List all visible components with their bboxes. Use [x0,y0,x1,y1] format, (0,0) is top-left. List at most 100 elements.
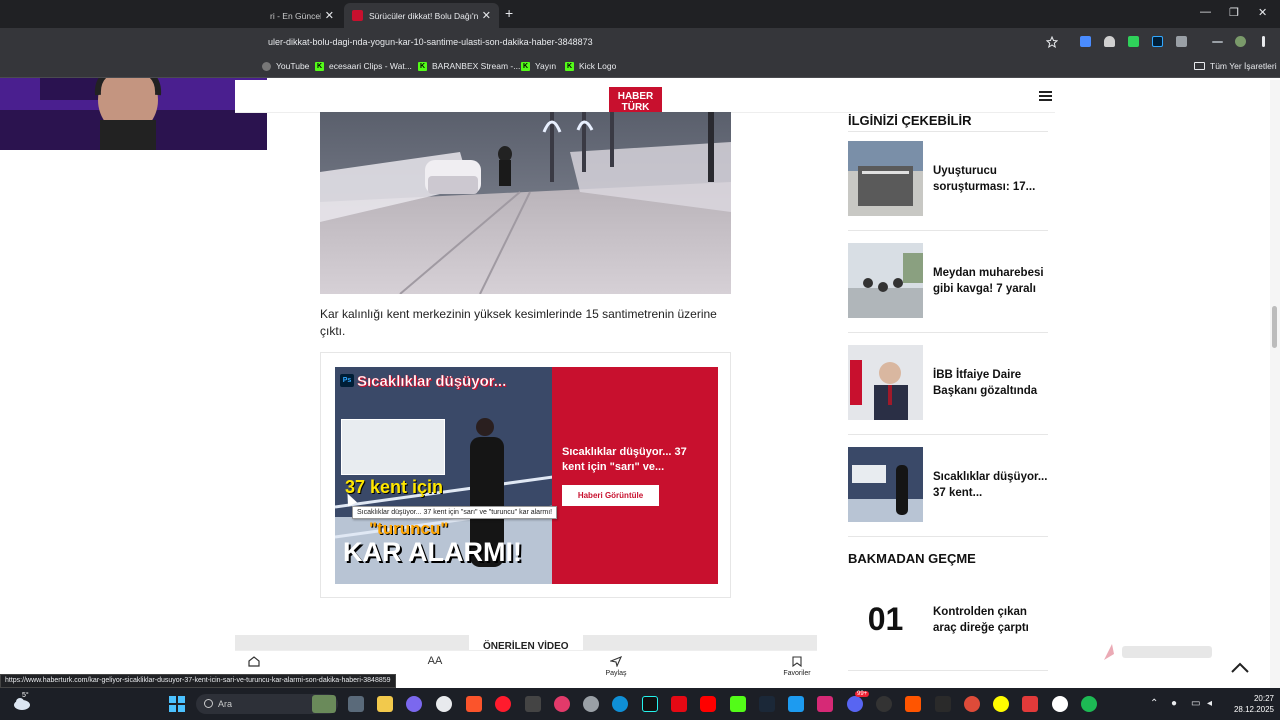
sidebar-item[interactable]: İBB İtfaiye Daire Başkanı gözaltında [848,345,1048,421]
netflix-icon[interactable] [671,696,687,712]
epic-games-icon[interactable] [935,696,951,712]
sidebar-heading-related: İLGİNİZİ ÇEKEBİLİR [848,113,972,128]
file-explorer-icon[interactable] [377,696,393,712]
photoshop-badge-icon: Ps [340,374,354,387]
folder-icon [1194,62,1205,70]
microphone-icon[interactable]: ● [1171,698,1177,709]
sidebar-item-title: Sıcaklıklar düşüyor... 37 kent... [933,471,1048,499]
network-icon[interactable]: ▭ [1191,698,1200,709]
task-view-icon[interactable] [348,696,364,712]
close-window-button[interactable]: ✕ [1258,6,1267,19]
font-size-icon: AA [427,655,443,667]
tab-previous[interactable]: ri - En Güncel ✕ [262,3,342,28]
sidebar-heading-dont-miss: BAKMADAN GEÇME [848,551,976,566]
bookmark-kick-logo[interactable]: K Kick Logo [565,61,616,71]
edge-icon[interactable] [612,696,628,712]
promo-image-line1: 37 kent için [345,477,444,497]
address-bar[interactable]: uler-dikkat-bolu-dagi-nda-yogun-kar-10-s… [268,37,593,47]
sidebar-item-title: Uyuşturucu soruşturması: 17... [933,165,1036,193]
spotify-icon[interactable] [1081,696,1097,712]
favorites-button[interactable]: Favoriler [780,656,814,677]
star-bookmark-icon[interactable] [1046,36,1058,48]
bookmark-baranbex[interactable]: K BARANBEX Stream -... [418,61,520,71]
home-button[interactable] [247,656,261,670]
taskbar-clock[interactable]: 20:27 28.12.2025 [1226,693,1274,715]
opera-icon[interactable] [495,696,511,712]
kick-icon: K [315,61,324,71]
scrollbar-thumb[interactable] [1272,306,1277,348]
divider [848,670,1048,671]
promo-image-line2: "turuncu" [369,519,449,538]
windows-start-icon[interactable] [169,696,185,712]
back-to-top-icon[interactable] [1230,660,1250,674]
shield-extension-icon[interactable] [1104,36,1115,47]
taskbar-app-icon[interactable] [525,696,541,712]
view-news-button[interactable]: Haberi Görüntüle [562,485,659,506]
extension-icon[interactable] [1080,36,1091,47]
sidebar-thumbnail [848,447,923,522]
bookmark-youtube[interactable]: YouTube [262,61,309,71]
reading-list-icon[interactable] [1212,41,1223,43]
steam-icon[interactable] [759,696,775,712]
chrome-icon[interactable] [964,696,980,712]
tab-label: ri - En Güncel [270,10,321,21]
puzzle-extensions-icon[interactable] [1176,36,1187,47]
font-size-button[interactable]: AA [425,656,445,670]
snapchat-icon[interactable] [993,696,1009,712]
sidebar-item[interactable]: Uyuşturucu soruşturması: 17... [848,141,1048,217]
tab-current[interactable]: Sürücüler dikkat! Bolu Dağı'nda ✕ [344,3,499,28]
sidebar-thumbnail [848,243,923,318]
favorites-label: Favoriler [783,670,811,677]
chatgpt-icon[interactable] [436,696,452,712]
restore-button[interactable]: ❐ [1229,6,1239,19]
brave-icon[interactable] [466,696,482,712]
bookmark-clips[interactable]: Kecesaari Clips - Wat... [315,61,412,71]
yandex-icon[interactable] [1052,696,1068,712]
sidebar-item[interactable]: Sıcaklıklar düşüyor... 37 kent... [848,447,1048,523]
menu-icon[interactable] [1039,91,1052,101]
twitter-icon[interactable] [788,696,804,712]
close-icon[interactable]: ✕ [325,9,334,22]
speedometer-icon[interactable] [876,696,892,712]
promo-image-title: Sıcaklıklar düşüyor... [357,373,507,390]
security-app-icon[interactable] [1022,696,1038,712]
related-news-title[interactable]: Sıcaklıklar düşüyor... 37 kent için "sar… [562,445,702,475]
tiktok-icon[interactable] [642,696,658,712]
youtube-app-icon[interactable] [700,696,716,712]
menu-kebab-icon[interactable] [1262,36,1265,47]
instagram-icon[interactable] [817,696,833,712]
divider [848,536,1048,537]
page-scrollbar[interactable] [1270,80,1280,690]
discord-icon[interactable] [847,696,863,712]
divider [848,131,1048,132]
new-tab-button[interactable]: + [505,5,513,21]
soundcloud-icon[interactable] [905,696,921,712]
photoshop-extension-icon[interactable] [1152,36,1163,47]
related-news-card[interactable]: Ps Sıcaklıklar düşüyor... 37 kent için "… [320,352,731,598]
kick-icon: K [565,61,574,71]
battery-extension-icon[interactable] [1128,36,1139,47]
bookmark-yayin[interactable]: K Yayın [521,61,556,71]
copilot-icon[interactable] [406,696,422,712]
media-player-icon[interactable] [554,696,570,712]
close-icon[interactable]: ✕ [482,9,491,22]
chrome-alt-icon[interactable] [583,696,599,712]
minimize-button[interactable]: — [1200,6,1211,18]
bookmark-all-folder[interactable]: Tüm Yer İşaretleri [1194,61,1277,71]
share-button[interactable]: Paylaş [601,656,631,677]
ranked-news-title[interactable]: Kontrolden çıkan araç direğe çarptı [933,604,1049,636]
sidebar-item-title: Meydan muharebesi gibi kavga! 7 yaralı [933,267,1044,295]
show-hidden-icons-icon[interactable]: ⌃ [1150,698,1158,709]
sidebar-item[interactable]: Meydan muharebesi gibi kavga! 7 yaralı [848,243,1048,319]
bookmark-icon [792,656,802,667]
link-status-url: https://www.haberturk.com/kar-geliyor-si… [0,674,396,688]
search-highlight-icon[interactable] [312,695,336,713]
sidebar-item-title: İBB İtfaiye Daire Başkanı gözaltında [933,369,1038,397]
volume-icon[interactable]: ◂ [1207,698,1212,709]
watermark-logo [1104,644,1212,660]
sidebar-thumbnail [848,141,923,216]
profile-avatar[interactable] [1235,36,1246,47]
kick-app-icon[interactable] [730,696,746,712]
related-news-image[interactable]: Ps Sıcaklıklar düşüyor... 37 kent için "… [335,367,553,584]
kick-icon: K [521,61,530,71]
